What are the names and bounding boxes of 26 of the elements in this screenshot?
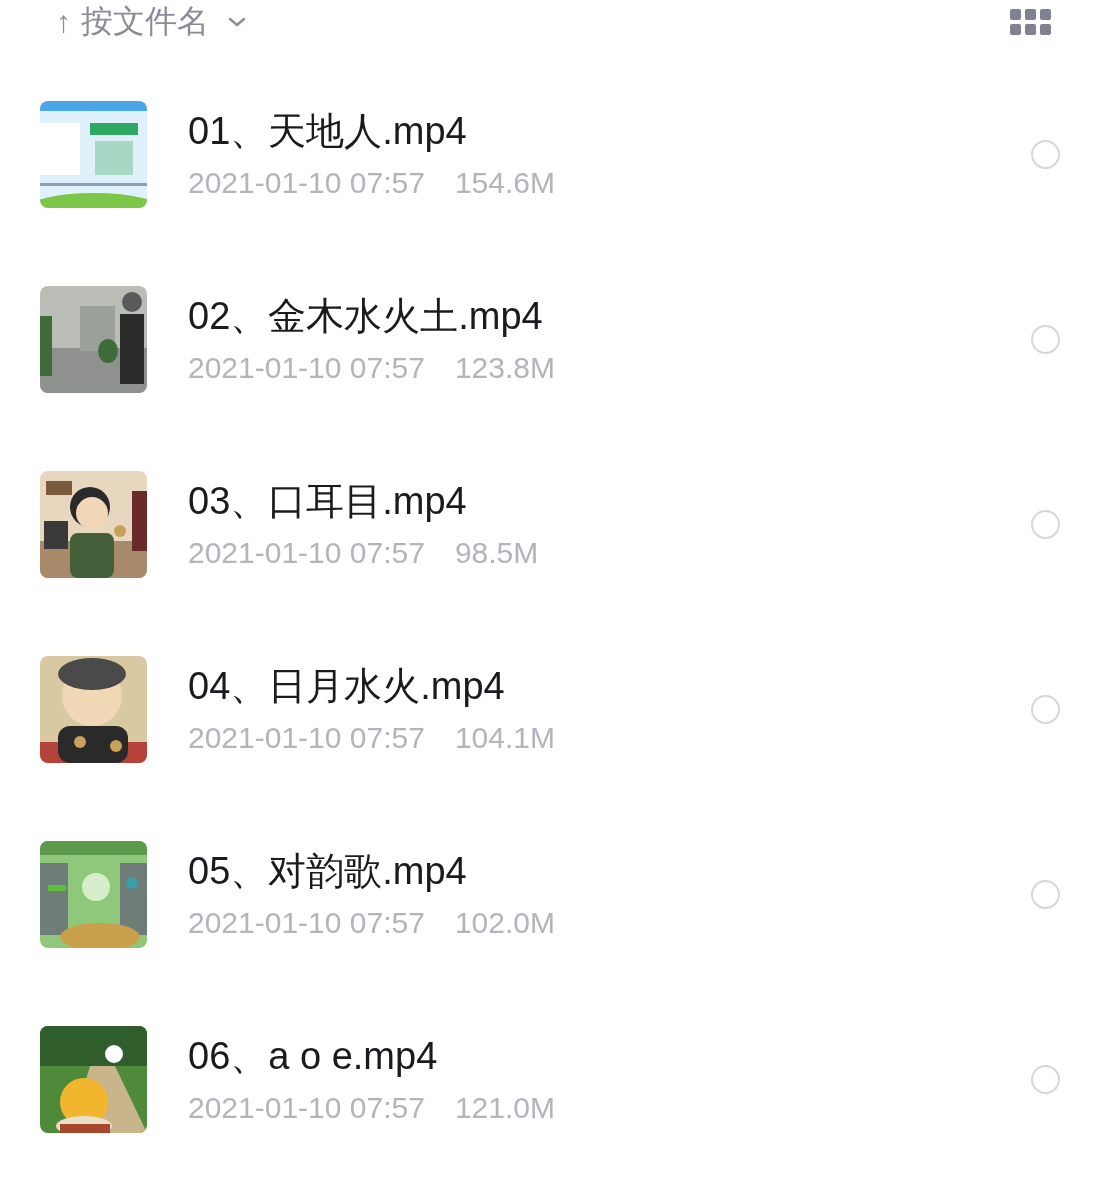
file-size: 102.0M	[454, 904, 555, 941]
select-radio[interactable]	[1031, 510, 1060, 539]
file-date: 2021-01-10 07:57	[188, 534, 425, 571]
select-radio[interactable]	[1031, 880, 1060, 909]
file-date: 2021-01-10 07:57	[188, 164, 425, 201]
select-radio[interactable]	[1031, 695, 1060, 724]
file-size: 123.8M	[454, 349, 555, 386]
file-size: 154.6M	[454, 164, 555, 201]
grid-view-icon[interactable]	[1010, 9, 1052, 35]
file-date: 2021-01-10 07:57	[188, 1089, 425, 1126]
file-name[interactable]: 02、金木水火土.mp4	[188, 293, 1031, 338]
file-name[interactable]: 05、对韵歌.mp4	[188, 848, 1031, 893]
file-name[interactable]: 04、日月水火.mp4	[188, 663, 1031, 708]
select-radio[interactable]	[1031, 325, 1060, 354]
file-name[interactable]: 06、a o e.mp4	[188, 1033, 1031, 1078]
file-name[interactable]: 03、口耳目.mp4	[188, 478, 1031, 523]
select-radio[interactable]	[1031, 140, 1060, 169]
select-radio[interactable]	[1031, 1065, 1060, 1094]
file-size: 121.0M	[454, 1089, 555, 1126]
file-size: 104.1M	[454, 719, 555, 756]
file-date: 2021-01-10 07:57	[188, 349, 425, 386]
file-size: 98.5M	[454, 534, 539, 571]
chevron-down-icon[interactable]	[227, 16, 247, 28]
file-date: 2021-01-10 07:57	[188, 904, 425, 941]
file-date: 2021-01-10 07:57	[188, 719, 425, 756]
file-name[interactable]: 01、天地人.mp4	[188, 108, 1031, 153]
